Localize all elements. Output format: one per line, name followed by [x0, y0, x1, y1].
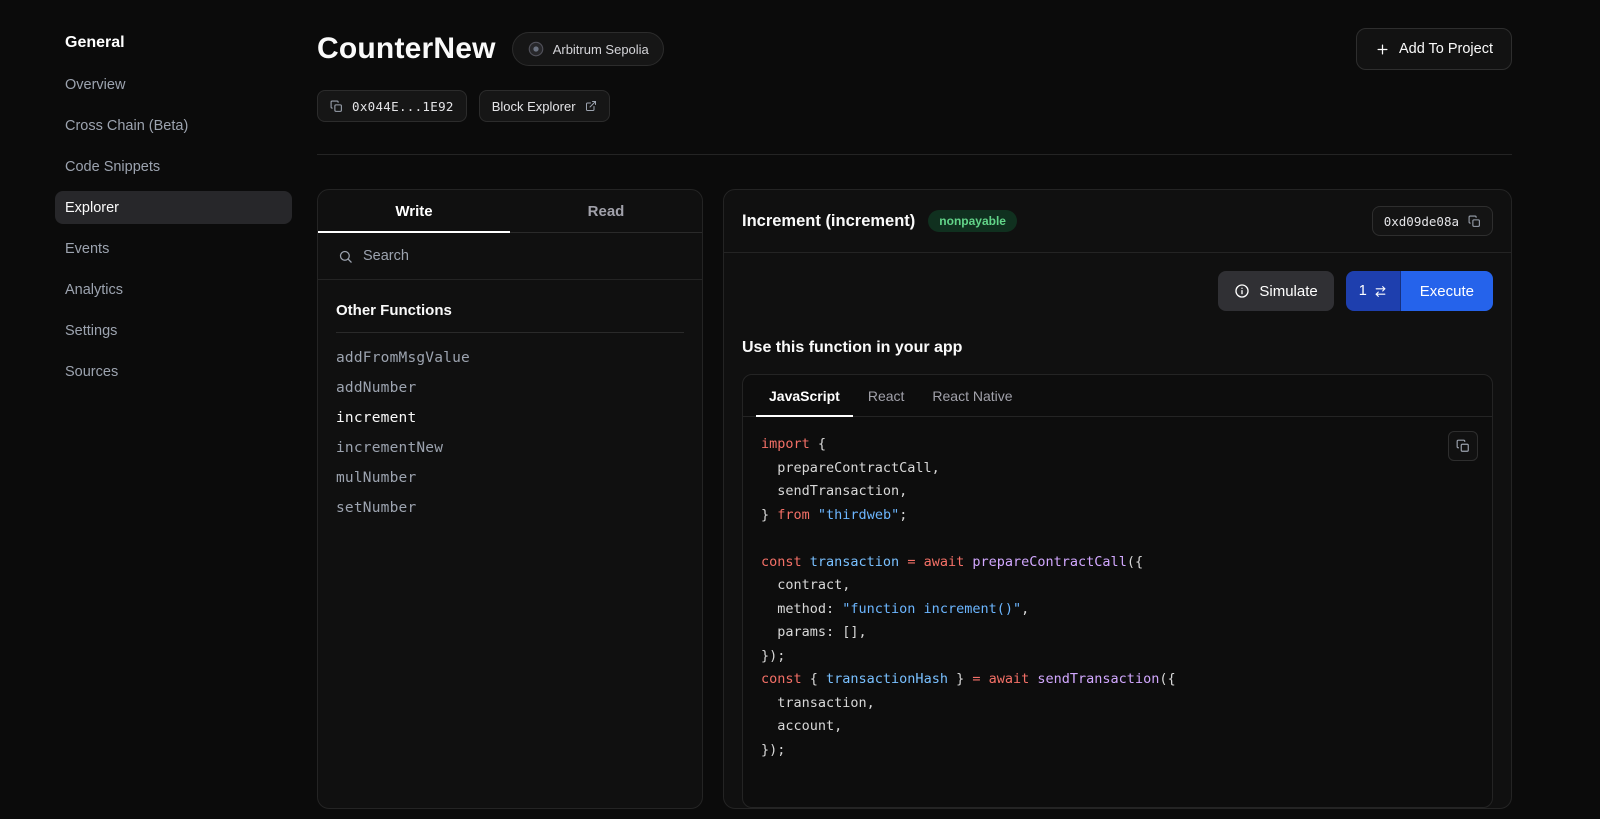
other-functions-title: Other Functions — [336, 302, 684, 319]
add-to-project-button[interactable]: Add To Project — [1356, 28, 1512, 70]
sidebar-item-sources[interactable]: Sources — [55, 355, 292, 388]
execute-label: Execute — [1420, 283, 1474, 300]
code-line: const { transactionHash } = await sendTr… — [761, 668, 1474, 692]
function-item-increment[interactable]: increment — [336, 403, 684, 433]
plus-icon — [1375, 42, 1390, 57]
sidebar-item-code-snippets[interactable]: Code Snippets — [55, 150, 292, 183]
usage-heading: Use this function in your app — [742, 339, 1493, 357]
code-line: }); — [761, 739, 1474, 763]
code-line: account, — [761, 715, 1474, 739]
execute-button[interactable]: Execute — [1401, 271, 1493, 311]
search-row — [318, 233, 702, 280]
contract-address-button[interactable]: 0x044E...1E92 — [317, 90, 467, 122]
simulate-button[interactable]: Simulate — [1218, 271, 1333, 311]
code-line: const transaction = await prepareContrac… — [761, 551, 1474, 575]
function-detail-header: Increment (increment) nonpayable 0xd09de… — [724, 190, 1511, 253]
function-title: Increment (increment) — [742, 212, 915, 231]
search-input[interactable] — [363, 248, 682, 264]
copy-icon — [1456, 439, 1470, 453]
code-line: params: [], — [761, 621, 1474, 645]
sidebar-item-settings[interactable]: Settings — [55, 314, 292, 347]
info-icon — [1234, 283, 1250, 299]
function-list: addFromMsgValueaddNumberincrementincreme… — [336, 333, 684, 523]
network-badge[interactable]: Arbitrum Sepolia — [512, 32, 664, 66]
code-block: import { prepareContractCall, sendTransa… — [761, 433, 1474, 762]
function-item-addfrommsgvalue[interactable]: addFromMsgValue — [336, 343, 684, 373]
function-item-mulnumber[interactable]: mulNumber — [336, 463, 684, 493]
code-line: }); — [761, 645, 1474, 669]
function-detail-panel: Increment (increment) nonpayable 0xd09de… — [723, 189, 1512, 809]
code-language-tabs: JavaScriptReactReact Native — [743, 375, 1492, 417]
functions-panel: WriteRead Other Functions addFromMsgValu… — [317, 189, 703, 809]
add-to-project-label: Add To Project — [1399, 41, 1493, 57]
function-item-incrementnew[interactable]: incrementNew — [336, 433, 684, 463]
sidebar-heading: General — [55, 34, 292, 52]
contract-address: 0x044E...1E92 — [352, 99, 454, 114]
code-line: import { — [761, 433, 1474, 457]
explorer-content: WriteRead Other Functions addFromMsgValu… — [317, 189, 1512, 809]
code-line: sendTransaction, — [761, 480, 1474, 504]
code-tab-react-native[interactable]: React Native — [919, 375, 1025, 417]
simulate-label: Simulate — [1259, 283, 1317, 300]
header-divider — [317, 154, 1512, 155]
swap-icon — [1374, 285, 1387, 298]
mutability-badge: nonpayable — [928, 210, 1017, 232]
code-line — [761, 527, 1474, 551]
read-write-tabs: WriteRead — [318, 190, 702, 233]
tab-read[interactable]: Read — [510, 190, 702, 233]
copy-icon — [1468, 215, 1481, 228]
function-item-setnumber[interactable]: setNumber — [336, 493, 684, 523]
sidebar-item-analytics[interactable]: Analytics — [55, 273, 292, 306]
code-line: prepareContractCall, — [761, 457, 1474, 481]
function-selector-button[interactable]: 0xd09de08a — [1372, 206, 1493, 236]
block-explorer-label: Block Explorer — [492, 99, 576, 114]
search-icon — [338, 249, 353, 264]
function-item-addnumber[interactable]: addNumber — [336, 373, 684, 403]
code-line: contract, — [761, 574, 1474, 598]
sidebar-nav: Overview Cross Chain (Beta) Code Snippets E… — [55, 68, 292, 388]
main-content: CounterNew Arbitrum Sepolia Add To Proje… — [317, 0, 1600, 819]
code-line: transaction, — [761, 692, 1474, 716]
code-tab-react[interactable]: React — [855, 375, 918, 417]
page-title: CounterNew — [317, 32, 496, 66]
sidebar-item-explorer[interactable]: Explorer — [55, 191, 292, 224]
run-count: 1 — [1359, 283, 1367, 299]
sidebar-item-overview[interactable]: Overview — [55, 68, 292, 101]
action-row: Simulate 1 Execute — [742, 271, 1493, 311]
external-link-icon — [585, 100, 597, 112]
code-tab-javascript[interactable]: JavaScript — [756, 375, 853, 417]
code-copy-button[interactable] — [1448, 431, 1478, 461]
block-explorer-button[interactable]: Block Explorer — [479, 90, 610, 122]
code-card: JavaScriptReactReact Native import { pre… — [742, 374, 1493, 808]
run-count-button[interactable]: 1 — [1346, 271, 1401, 311]
network-icon — [527, 40, 545, 58]
sidebar: General Overview Cross Chain (Beta) Code S… — [0, 0, 317, 819]
tab-write[interactable]: Write — [318, 190, 510, 233]
copy-icon — [330, 100, 343, 113]
other-functions-section: Other Functions addFromMsgValueaddNumber… — [318, 280, 702, 523]
sidebar-item-cross-chain-beta[interactable]: Cross Chain (Beta) — [55, 109, 292, 142]
sidebar-item-events[interactable]: Events — [55, 232, 292, 265]
network-badge-label: Arbitrum Sepolia — [553, 42, 649, 57]
header-actions: 0x044E...1E92 Block Explorer — [317, 90, 1512, 122]
contract-header: CounterNew Arbitrum Sepolia Add To Proje… — [317, 28, 1512, 70]
execute-split-button: 1 Execute — [1346, 271, 1493, 311]
code-line: } from "thirdweb"; — [761, 504, 1474, 528]
code-line: method: "function increment()", — [761, 598, 1474, 622]
function-selector: 0xd09de08a — [1384, 214, 1459, 229]
page-root: General Overview Cross Chain (Beta) Code S… — [0, 0, 1600, 819]
function-detail-body: Simulate 1 Execute — [724, 253, 1511, 808]
code-area: import { prepareContractCall, sendTransa… — [743, 417, 1492, 807]
